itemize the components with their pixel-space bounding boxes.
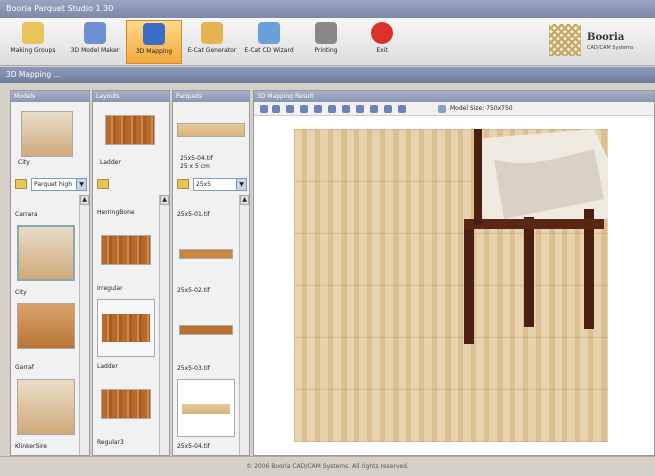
cube-gear-icon	[84, 22, 106, 44]
layout-thumbnail-herringbone[interactable]	[101, 235, 151, 265]
gear-icon	[143, 23, 165, 45]
parquets-folder-icon[interactable]	[177, 179, 189, 189]
irregular-pattern	[102, 314, 150, 342]
selected-layout-name: Ladder	[100, 159, 121, 166]
models-panel: Models City Parquet high ▼ Carrara City …	[10, 90, 90, 456]
parquets-panel: Parquets 25x5-04.tif 25 x 5 cm 25x5 ▼ 25…	[172, 90, 250, 456]
printer-icon	[315, 22, 337, 44]
close-circle-icon	[371, 22, 393, 44]
models-scrollbar[interactable]: ▲	[79, 195, 89, 455]
models-filter-value: Parquet high	[34, 181, 73, 188]
parquet-03-plank	[182, 404, 230, 414]
rotate-icon[interactable]	[342, 105, 350, 113]
list-item[interactable]: 25x5-03.tif	[177, 365, 210, 372]
selected-layout-thumbnail	[105, 115, 155, 145]
exit-label: Exit	[376, 47, 388, 54]
list-item[interactable]: 25x5-04.tif	[177, 443, 210, 450]
brand-tagline: CAD/CAM Systems	[587, 45, 634, 51]
list-item[interactable]: Carrara	[15, 211, 38, 218]
parquet-thumbnail-03[interactable]	[177, 379, 235, 437]
parquet-thumbnail-01[interactable]	[179, 249, 233, 259]
mapping-result-panel: 3D Mapping Result Model Size: 750x750	[253, 90, 655, 456]
rendered-room-view[interactable]	[294, 129, 608, 442]
making-groups-label: Making Groups	[10, 47, 56, 54]
models-header: Models	[11, 91, 89, 102]
model-size-icon	[438, 105, 446, 113]
selected-parquet-thumbnail	[177, 123, 245, 137]
zoom-icon[interactable]	[286, 105, 294, 113]
parquets-header: Parquets	[173, 91, 249, 102]
list-item[interactable]: 25x5-01.tif	[177, 211, 210, 218]
scroll-up-icon[interactable]: ▲	[160, 195, 169, 205]
model-size-label: Model Size: 750x750	[450, 105, 513, 112]
zoom-out-icon[interactable]	[314, 105, 322, 113]
parquets-scrollbar[interactable]: ▲	[239, 195, 249, 455]
folder-group-icon	[22, 22, 44, 44]
selected-model-thumbnail	[21, 111, 73, 157]
zoom-in-icon[interactable]	[300, 105, 308, 113]
list-item[interactable]: Garraf	[15, 364, 34, 371]
brand-name: Booria	[587, 32, 625, 43]
models-folder-icon[interactable]	[15, 179, 27, 189]
save-icon[interactable]	[272, 105, 280, 113]
pan-icon[interactable]	[384, 105, 392, 113]
selected-parquet-name: 25x5-04.tif	[180, 155, 213, 162]
brand-logo: Booria CAD/CAM Systems	[549, 24, 649, 60]
list-item[interactable]: 25x5-02.tif	[177, 287, 210, 294]
list-item[interactable]: Ladder	[97, 363, 118, 370]
3d-model-maker-button[interactable]: 3D Model Maker	[68, 20, 122, 64]
chair-image	[464, 129, 608, 344]
e-cat-cd-wizard-label: E-Cat CD Wizard	[244, 47, 294, 54]
window-title: Booria Parquet Studio 1.30	[0, 0, 655, 18]
e-cat-generator-label: E-Cat Generator	[187, 47, 237, 54]
result-header: 3D Mapping Result	[254, 91, 654, 102]
e-cat-generator-button[interactable]: E-Cat Generator	[186, 20, 238, 64]
move-icon[interactable]	[398, 105, 406, 113]
parquets-filter-select[interactable]: 25x5 ▼	[193, 178, 247, 191]
document-gear-icon	[201, 22, 223, 44]
list-item[interactable]: KlinkerSire	[15, 443, 47, 450]
model-thumbnail-city[interactable]	[17, 225, 75, 281]
mirror-icon[interactable]	[370, 105, 378, 113]
zoom-fit-icon[interactable]	[328, 105, 336, 113]
models-filter-select[interactable]: Parquet high ▼	[31, 178, 87, 191]
section-title: 3D Mapping ...	[0, 67, 655, 83]
printing-button[interactable]: Printing	[306, 20, 346, 64]
model-thumbnail-garraf[interactable]	[17, 303, 75, 349]
chevron-down-icon[interactable]: ▼	[76, 179, 86, 190]
view-icon[interactable]	[260, 105, 268, 113]
e-cat-cd-wizard-button[interactable]: E-Cat CD Wizard	[242, 20, 296, 64]
chevron-down-icon[interactable]: ▼	[236, 179, 246, 190]
printing-label: Printing	[314, 47, 338, 54]
selected-parquet-size: 25 x 5 cm	[180, 163, 210, 170]
result-toolbar: Model Size: 750x750	[254, 102, 654, 116]
parquets-filter-value: 25x5	[196, 181, 212, 188]
layout-thumbnail-ladder[interactable]	[101, 389, 151, 419]
3d-mapping-label: 3D Mapping	[135, 48, 173, 55]
footer-copyright: © 2006 Booria CAD/CAM Systems. All right…	[0, 456, 655, 475]
main-toolbar: Making Groups 3D Model Maker 3D Mapping …	[0, 18, 655, 66]
scroll-up-icon[interactable]: ▲	[80, 195, 89, 205]
3d-mapping-button[interactable]: 3D Mapping	[126, 20, 182, 64]
list-item[interactable]: HerringBone	[97, 209, 135, 216]
layout-thumbnail-irregular[interactable]	[97, 299, 155, 357]
3d-model-maker-label: 3D Model Maker	[70, 47, 120, 54]
list-item[interactable]: City	[15, 289, 27, 296]
flip-icon[interactable]	[356, 105, 364, 113]
layouts-panel: Layouts Ladder HerringBone Irregular Lad…	[92, 90, 170, 456]
parquet-thumbnail-02[interactable]	[179, 325, 233, 335]
layouts-header: Layouts	[93, 91, 169, 102]
layouts-scrollbar[interactable]: ▲	[159, 195, 169, 455]
list-item[interactable]: Regular3	[97, 439, 124, 446]
model-thumbnail-klinkersire[interactable]	[17, 379, 75, 435]
exit-button[interactable]: Exit	[364, 20, 400, 64]
list-item[interactable]: Irregular	[97, 285, 123, 292]
cd-wizard-icon	[258, 22, 280, 44]
brand-grid-icon	[549, 24, 581, 56]
scroll-up-icon[interactable]: ▲	[240, 195, 249, 205]
making-groups-button[interactable]: Making Groups	[8, 20, 58, 64]
layouts-folder-icon[interactable]	[97, 179, 109, 189]
selected-model-name: City	[18, 159, 30, 166]
